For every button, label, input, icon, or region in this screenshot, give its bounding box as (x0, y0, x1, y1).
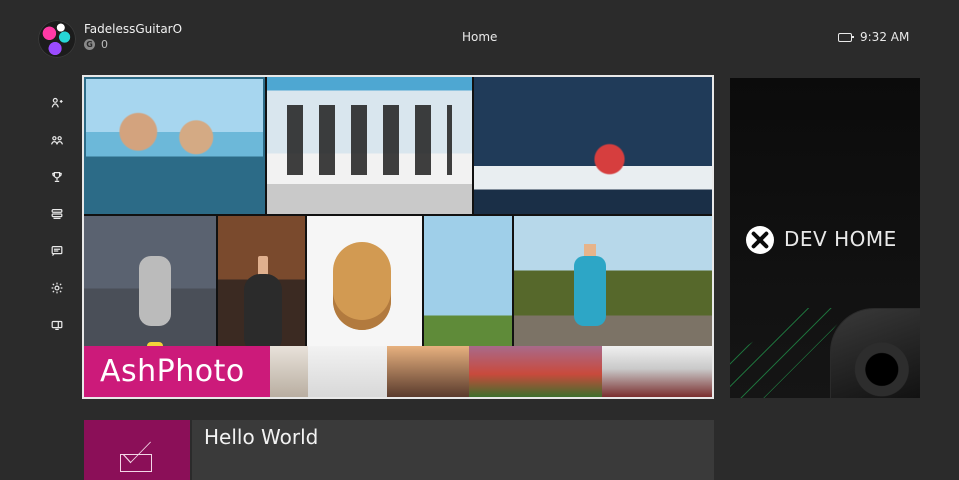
photo-strip: AshPhoto (84, 346, 712, 397)
gamerscore: G 0 (84, 38, 108, 51)
ashphoto-label: AshPhoto (100, 354, 245, 389)
photo-strip-1 (270, 346, 308, 397)
clock: 9:32 AM (860, 30, 910, 44)
photo-collage: AshPhoto (84, 77, 712, 397)
hello-world-label: Hello World (204, 425, 319, 449)
photo-boat (474, 77, 712, 214)
dev-home-label: DEV HOME (784, 227, 897, 251)
gamerscore-value: 0 (101, 38, 108, 51)
photo-bottom-region: AshPhoto (84, 216, 712, 397)
controller-art (830, 308, 920, 398)
dev-home-tile[interactable]: DEV HOME (730, 78, 920, 398)
hello-world-tile[interactable]: Hello World (192, 420, 714, 480)
friends-icon[interactable] (44, 90, 70, 116)
page-title: Home (462, 30, 498, 44)
party-icon[interactable] (44, 127, 70, 153)
status-area: 9:32 AM (836, 30, 909, 44)
photo-strip-4 (469, 346, 602, 397)
avatar[interactable] (38, 20, 76, 58)
photo-couple (84, 77, 265, 214)
apps-icon[interactable] (44, 201, 70, 227)
achievements-icon[interactable] (44, 164, 70, 190)
ashphoto-label-block: AshPhoto (84, 346, 270, 397)
xbox-logo-icon (746, 226, 774, 254)
settings-icon[interactable] (44, 275, 70, 301)
controller-battery-icon (836, 32, 854, 42)
gamertag: FadelessGuitarO (84, 22, 183, 36)
mail-tile[interactable] (84, 420, 190, 480)
left-rail (44, 90, 70, 349)
snap-icon[interactable] (44, 312, 70, 338)
photo-group (267, 77, 472, 214)
messages-icon[interactable] (44, 238, 70, 264)
mail-icon (120, 454, 152, 472)
gamerscore-icon: G (84, 39, 95, 50)
photo-strip-2 (308, 346, 387, 397)
photo-strip-3 (387, 346, 469, 397)
photo-strip-5 (602, 346, 712, 397)
ashphoto-pin-tile[interactable]: AshPhoto (82, 75, 714, 399)
